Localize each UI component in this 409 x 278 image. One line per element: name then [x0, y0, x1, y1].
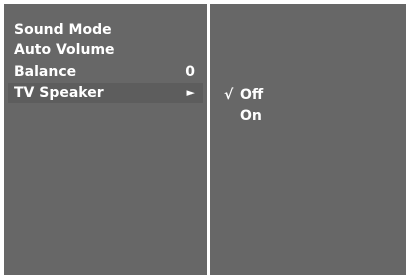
- option-label: On: [240, 108, 262, 124]
- menu-item-label: Sound Mode: [14, 22, 112, 38]
- menu-item-label: TV Speaker: [14, 85, 104, 101]
- check-icon: √: [224, 87, 234, 103]
- menu-item-label: Auto Volume: [14, 42, 115, 58]
- menu-item-tv-speaker[interactable]: TV Speaker ►: [8, 83, 203, 103]
- menu-item-auto-volume[interactable]: Auto Volume: [8, 40, 203, 60]
- submenu-arrow-icon: ►: [186, 86, 195, 99]
- menu-item-label: Balance: [14, 64, 77, 80]
- menu-item-sound-mode[interactable]: Sound Mode: [8, 20, 203, 40]
- option-label: Off: [240, 87, 264, 103]
- main-menu-panel: Sound Mode Auto Volume Balance 0 TV Spea…: [4, 4, 207, 275]
- balance-value: 0: [185, 64, 195, 80]
- submenu-panel: √ Off On: [210, 4, 406, 275]
- menu-item-balance[interactable]: Balance 0: [8, 62, 203, 82]
